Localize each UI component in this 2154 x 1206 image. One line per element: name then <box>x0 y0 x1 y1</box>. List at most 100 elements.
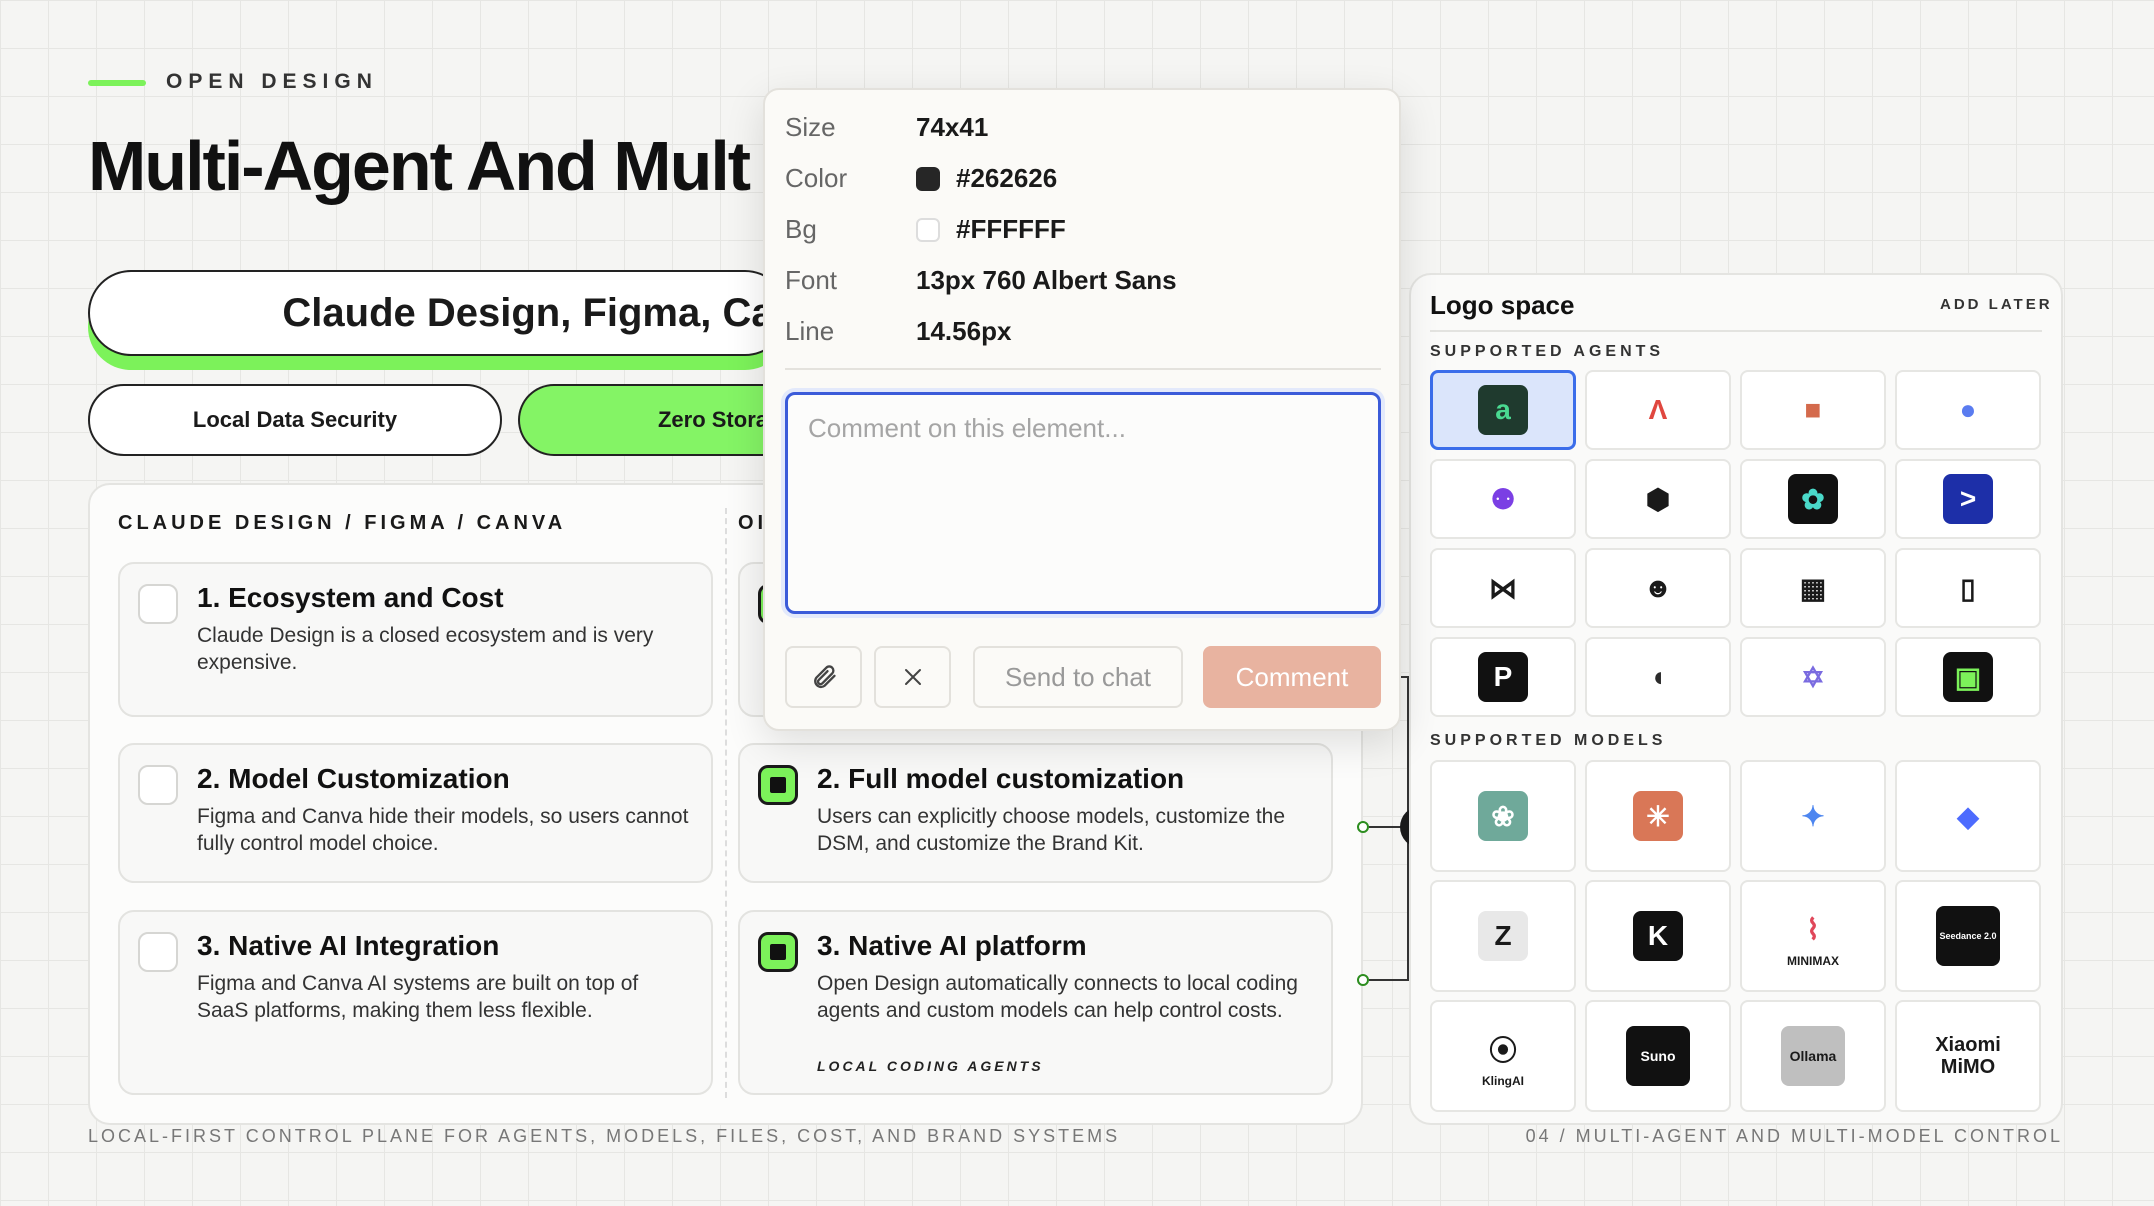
logo-tile[interactable]: K <box>1585 880 1731 992</box>
checkbox-checked[interactable] <box>758 765 798 805</box>
close-button[interactable] <box>874 646 951 708</box>
logo-tile[interactable]: ✦ <box>1740 760 1886 872</box>
logo-tile[interactable]: ⦿ KlingAI <box>1430 1000 1576 1112</box>
left-card-ecosystem[interactable]: 1. Ecosystem and Cost Claude Design is a… <box>118 562 713 717</box>
checkbox-checked[interactable] <box>758 932 798 972</box>
logo-tile[interactable]: Z <box>1430 880 1576 992</box>
paperclip-icon <box>813 665 836 689</box>
connector-line <box>1369 979 1409 981</box>
logo-tile[interactable]: ▣ <box>1895 637 2041 717</box>
inspector-value-size: 74x41 <box>916 112 989 142</box>
ollama-icon: Ollama <box>1781 1026 1845 1086</box>
logo-tile[interactable]: ⋈ <box>1430 548 1576 628</box>
deepseek-whale-icon: ◆ <box>1957 800 1979 832</box>
logo-tile[interactable]: ✿ <box>1740 459 1886 539</box>
card-body: Figma and Canva AI systems are built on … <box>197 972 639 1022</box>
logo-tile[interactable]: Λ <box>1585 370 1731 450</box>
pixel-crab-icon: ■ <box>1804 394 1822 425</box>
comment-input[interactable] <box>785 392 1381 614</box>
left-card-model-customization[interactable]: 2. Model Customization Figma and Canva h… <box>118 743 713 883</box>
logo-tile[interactable]: > <box>1895 459 2041 539</box>
card-title: 2. Full model customization <box>817 763 1185 794</box>
suno-icon: Suno <box>1626 1026 1690 1086</box>
card-tag: LOCAL CODING AGENTS <box>817 1058 1044 1074</box>
logo-tile[interactable]: ▦ <box>1740 548 1886 628</box>
checkbox[interactable] <box>138 932 178 972</box>
logo-tile[interactable]: ⬢ <box>1585 459 1731 539</box>
card-body: Figma and Canva hide their models, so us… <box>197 805 689 855</box>
logo-tile[interactable]: ☻ <box>1585 548 1731 628</box>
color-swatch <box>916 218 940 242</box>
bowtie-icon: ⋈ <box>1489 572 1517 604</box>
logo-tile[interactable]: ❀ <box>1430 760 1576 872</box>
card-title: 3. Native AI platform <box>817 930 1087 961</box>
pill-local-data-security[interactable]: Local Data Security <box>88 384 502 456</box>
logo-tile[interactable]: Ollama <box>1740 1000 1886 1112</box>
supported-models-label: SUPPORTED MODELS <box>1430 732 1667 749</box>
hero-banner-pill: Claude Design, Figma, Ca <box>88 270 788 356</box>
leaf-icon: ◖ <box>1649 661 1667 692</box>
logo-content: ✳ <box>1633 791 1683 841</box>
xiaomi-mimo-icon: Xiaomi MiMO <box>1935 1034 2001 1078</box>
kling-icon: ⦿ <box>1488 1035 1517 1066</box>
qr-icon: ▦ <box>1799 572 1827 604</box>
logo-label: MINIMAX <box>1787 954 1839 968</box>
logo-tile[interactable]: Xiaomi MiMO <box>1895 1000 2041 1112</box>
logo-content: ▯ <box>1943 563 1993 613</box>
logo-tile[interactable]: ⚉ <box>1430 459 1576 539</box>
attach-button[interactable] <box>785 646 862 708</box>
card-title: 3. Native AI Integration <box>197 930 500 961</box>
logo-content: ⋈ <box>1478 563 1528 613</box>
comment-button[interactable]: Comment <box>1203 646 1381 708</box>
connector-dot <box>1357 821 1369 833</box>
logo-content: ◆ <box>1943 791 1993 841</box>
copilot-icon: ⚉ <box>1490 483 1516 515</box>
star-of-david-icon: ✡ <box>1801 661 1825 693</box>
blue-bubble-icon: ● <box>1959 394 1977 425</box>
card-title: 1. Ecosystem and Cost <box>197 582 504 613</box>
logo-content: ☻ <box>1633 563 1683 613</box>
send-to-chat-button[interactable]: Send to chat <box>973 646 1183 708</box>
logo-tile[interactable]: ◖ <box>1585 637 1731 717</box>
add-later-label: ADD LATER <box>1940 296 2053 313</box>
left-card-native-ai[interactable]: 3. Native AI Integration Figma and Canva… <box>118 910 713 1095</box>
logo-tile[interactable]: Seedance 2.0 <box>1895 880 2041 992</box>
logo-tile[interactable]: ◆ <box>1895 760 2041 872</box>
inspector-key-line: Line <box>785 316 835 346</box>
logo-content: ▣ <box>1943 652 1993 702</box>
inspector-divider <box>785 368 1381 370</box>
inspector-key-font: Font <box>785 265 838 295</box>
logo-tile[interactable]: ⌇ MINIMAX <box>1740 880 1886 992</box>
right-card-native-ai-platform[interactable]: 3. Native AI platform Open Design automa… <box>738 910 1333 1095</box>
logo-space-title: Logo space <box>1430 290 1575 320</box>
logo-tile[interactable]: P <box>1430 637 1576 717</box>
pill-zero-storage[interactable]: Zero Stora <box>518 384 778 456</box>
logo-tile[interactable]: ● <box>1895 370 2041 450</box>
supported-agents-label: SUPPORTED AGENTS <box>1430 343 1665 360</box>
connector-line <box>1401 676 1409 678</box>
close-icon <box>904 669 921 685</box>
monitor-icon: ▣ <box>1943 652 1993 702</box>
checkbox[interactable] <box>138 584 178 624</box>
logo-tile[interactable]: ■ <box>1740 370 1886 450</box>
cube-icon: ⬢ <box>1645 483 1671 515</box>
logo-tile[interactable]: ▯ <box>1895 548 2041 628</box>
connector-dot <box>1357 974 1369 986</box>
eyebrow-label: OPEN DESIGN <box>166 70 378 93</box>
terminal-arrow-icon: > <box>1943 474 1993 524</box>
right-card-full-model[interactable]: 2. Full model customization Users can ex… <box>738 743 1333 883</box>
minimax-icon: ⌇ <box>1806 913 1820 945</box>
flower-icon: ✿ <box>1788 474 1838 524</box>
logo-space-divider <box>1430 330 2042 332</box>
checkbox[interactable] <box>138 765 178 805</box>
logo-content: ✿ <box>1788 474 1838 524</box>
inspector-value-font: 13px 760 Albert Sans <box>916 265 1177 295</box>
seedance-icon: Seedance 2.0 <box>1936 906 2000 966</box>
logo-content: ❀ <box>1478 791 1528 841</box>
logo-tile[interactable]: ✡ <box>1740 637 1886 717</box>
logo-tile[interactable]: Suno <box>1585 1000 1731 1112</box>
logo-tile[interactable]: a <box>1430 370 1576 450</box>
logo-tile[interactable]: ✳ <box>1585 760 1731 872</box>
frame-icon: ▯ <box>1960 572 1976 604</box>
inspector-key-bg: Bg <box>785 214 817 244</box>
